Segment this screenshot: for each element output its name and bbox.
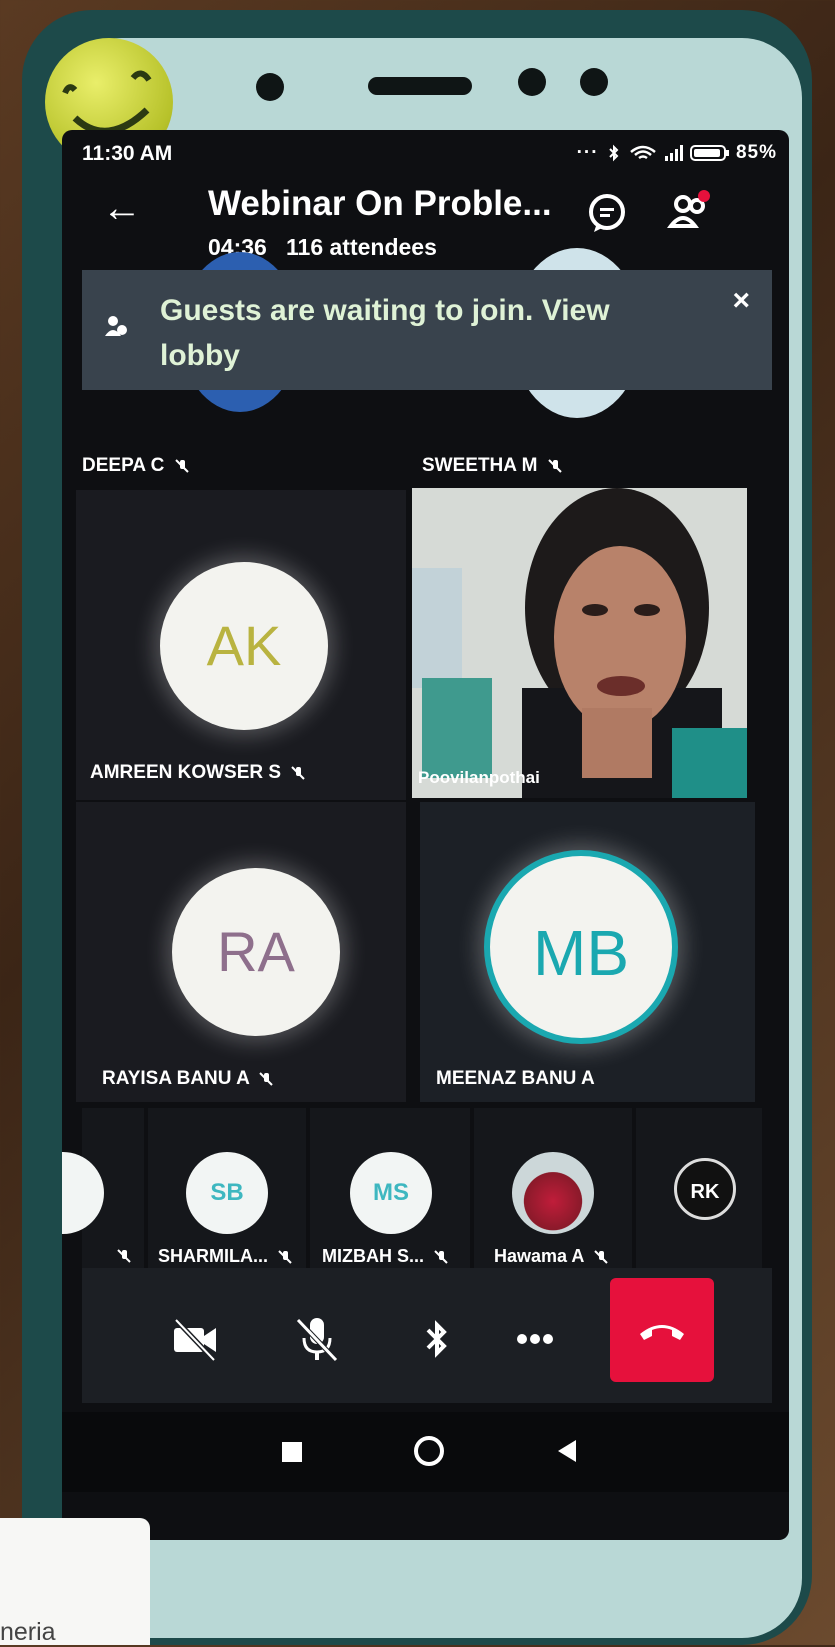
status-indicators: ··· 85%: [576, 142, 777, 163]
sensor-dot: [518, 68, 546, 96]
participant-tile[interactable]: RA RAYISA BANU A: [76, 802, 406, 1102]
strip-tile[interactable]: RK: [636, 1108, 762, 1268]
signal-icon: [665, 144, 684, 161]
mic-muted-icon: [291, 766, 306, 780]
back-nav-icon[interactable]: [554, 1438, 580, 1464]
participant-strip[interactable]: SB SHARMILA... MS MIZBAH S... Hawama A R…: [62, 1108, 762, 1268]
lobby-icon: [105, 316, 127, 336]
mic-muted-icon: [117, 1249, 131, 1263]
avatar-initials: MB: [533, 917, 629, 989]
wifi-icon: [630, 145, 656, 160]
avatar: MB: [484, 850, 678, 1044]
battery-icon: [689, 144, 729, 161]
participant-name-text: AMREEN KOWSER S: [90, 762, 282, 783]
mic-muted-icon: [434, 1250, 448, 1264]
battery-percent: 85%: [735, 142, 777, 163]
avatar: [62, 1152, 104, 1234]
avatar: MS: [350, 1152, 432, 1234]
strip-tile[interactable]: Hawama A: [474, 1108, 632, 1268]
participant-name-text: DEEPA C: [82, 455, 165, 476]
strip-name-text: Hawama A: [494, 1246, 584, 1266]
front-camera: [256, 73, 284, 101]
participant-name: SWEETHA M: [422, 455, 563, 477]
android-nav-bar: [62, 1412, 789, 1492]
participant-tile[interactable]: AK AMREEN KOWSER S: [76, 490, 406, 800]
participant-name-text: RAYISA BANU A: [102, 1068, 250, 1089]
mic-muted-icon: [174, 459, 189, 473]
participant-video-tile[interactable]: Poovilanpothai: [412, 488, 747, 798]
camera-off-icon[interactable]: [170, 1314, 220, 1364]
participant-name: RAYISA BANU A: [102, 1068, 274, 1090]
mic-muted-icon: [278, 1250, 292, 1264]
avatar-initials: RA: [217, 920, 295, 983]
participant-name: DEEPA C: [82, 455, 190, 477]
sensor-dot: [580, 68, 608, 96]
strip-name-text: SHARMILA...: [158, 1246, 268, 1266]
status-time: 11:30 AM: [82, 142, 173, 165]
end-call-button[interactable]: [610, 1278, 714, 1382]
chat-icon[interactable]: [584, 190, 630, 236]
avatar: AK: [160, 562, 328, 730]
avatar: SB: [186, 1152, 268, 1234]
participant-name: Poovilanpothai: [418, 768, 540, 787]
home-icon[interactable]: [412, 1434, 446, 1468]
mic-muted-icon: [547, 459, 562, 473]
avatar: RA: [172, 868, 340, 1036]
participant-name: AMREEN KOWSER S: [90, 762, 306, 784]
earpiece-speaker: [368, 77, 472, 95]
meeting-title: Webinar On Proble...: [208, 184, 552, 223]
participant-name: MEENAZ BANU A: [436, 1068, 595, 1089]
strip-name-text: MIZBAH S...: [322, 1246, 424, 1266]
status-bar: 11:30 AM ··· 85%: [62, 130, 789, 174]
bluetooth-icon: [609, 144, 619, 162]
participants-icon[interactable]: [666, 190, 712, 236]
hang-up-icon: [640, 1325, 684, 1340]
strip-tile-partial[interactable]: [62, 1108, 144, 1268]
lobby-banner-text: Guests are waiting to join. View lobby: [160, 294, 610, 372]
avatar-initials: AK: [206, 614, 282, 677]
more-options-icon[interactable]: [510, 1314, 560, 1364]
lobby-banner[interactable]: Guests are waiting to join. View lobby ×: [82, 270, 772, 390]
phone-screen: 11:30 AM ··· 85% ← Webinar On Proble... …: [62, 130, 789, 1540]
overlay-card-text: neria: [0, 1618, 56, 1646]
meeting-header: ← Webinar On Proble... 04:36 116 attende…: [62, 174, 789, 274]
bluetooth-audio-icon[interactable]: [412, 1314, 462, 1364]
strip-participant-name: Hawama A: [494, 1246, 609, 1267]
recent-apps-icon[interactable]: [280, 1440, 304, 1464]
participant-tile[interactable]: MB MEENAZ BANU A: [420, 802, 755, 1102]
participant-name-text: SWEETHA M: [422, 455, 538, 476]
strip-participant-name: SHARMILA...: [158, 1246, 293, 1267]
attendee-count: 116 attendees: [286, 234, 437, 260]
avatar: RK: [674, 1158, 736, 1220]
avatar-photo: [512, 1152, 594, 1234]
call-controls: [82, 1268, 772, 1403]
strip-tile[interactable]: SB SHARMILA...: [148, 1108, 306, 1268]
mic-muted-icon: [259, 1072, 274, 1086]
back-arrow-icon[interactable]: ←: [102, 186, 142, 231]
mic-muted-icon: [594, 1250, 608, 1264]
close-icon[interactable]: ×: [732, 284, 750, 318]
strip-participant-name: MIZBAH S...: [322, 1246, 449, 1267]
mic-off-icon[interactable]: [292, 1314, 342, 1364]
overlay-card: neria: [0, 1518, 150, 1646]
video-feed-image: [412, 488, 747, 798]
strip-tile[interactable]: MS MIZBAH S...: [310, 1108, 470, 1268]
